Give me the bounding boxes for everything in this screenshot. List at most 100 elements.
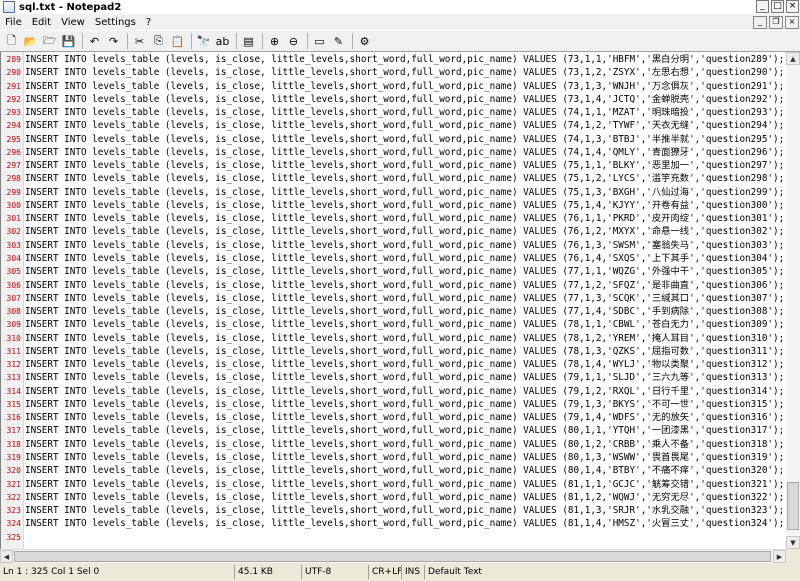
- line-text: INSERT INTO levels_table (levels, is_clo…: [25, 160, 785, 172]
- maximize-button[interactable]: □: [771, 0, 784, 13]
- line-number: 320: [6, 466, 21, 476]
- toolbar-separator: [127, 33, 128, 49]
- menu-help[interactable]: ?: [141, 17, 156, 28]
- editor-line[interactable]: 290 INSERT INTO levels_table (levels, is_…: [1, 66, 787, 79]
- line-number: 315: [6, 399, 21, 409]
- line-number: 324: [6, 519, 21, 529]
- editor-line[interactable]: 318 INSERT INTO levels_table (levels, is_…: [1, 438, 787, 451]
- open-file-icon[interactable]: 📂: [22, 33, 39, 50]
- editor-line[interactable]: 309 INSERT INTO levels_table (levels, is_…: [1, 318, 787, 331]
- scroll-down-arrow[interactable]: ▼: [786, 536, 800, 549]
- editor-line[interactable]: 289 INSERT INTO levels_table (levels, is_…: [1, 53, 787, 66]
- status-scheme[interactable]: Default Text: [424, 565, 551, 579]
- line-text: INSERT INTO levels_table (levels, is_clo…: [25, 438, 785, 450]
- undo-icon[interactable]: ↶: [86, 33, 103, 50]
- scroll-up-arrow[interactable]: ▲: [786, 52, 800, 65]
- menu-settings[interactable]: Settings: [90, 17, 141, 28]
- replace-icon[interactable]: ab: [214, 33, 231, 50]
- editor-line[interactable]: 292 INSERT INTO levels_table (levels, is_…: [1, 93, 787, 106]
- editor-line[interactable]: 319 INSERT INTO levels_table (levels, is_…: [1, 451, 787, 464]
- editor-line[interactable]: 313 INSERT INTO levels_table (levels, is_…: [1, 371, 787, 384]
- line-number: 318: [6, 439, 21, 449]
- copy-icon[interactable]: ⎘: [150, 33, 167, 50]
- menu-file[interactable]: File: [0, 17, 27, 28]
- scroll-left-arrow[interactable]: ◀: [0, 550, 13, 563]
- editor-line[interactable]: 311 INSERT INTO levels_table (levels, is_…: [1, 345, 787, 358]
- customize-scheme-icon[interactable]: ✎: [330, 33, 347, 50]
- editor-line[interactable]: 317 INSERT INTO levels_table (levels, is_…: [1, 424, 787, 437]
- menu-edit[interactable]: Edit: [27, 17, 56, 28]
- editor-line[interactable]: 291 INSERT INTO levels_table (levels, is_…: [1, 80, 787, 93]
- new-file-icon[interactable]: 🗋: [3, 33, 20, 50]
- menu-view[interactable]: View: [56, 17, 90, 28]
- editor-line[interactable]: 306 INSERT INTO levels_table (levels, is_…: [1, 279, 787, 292]
- doc-minimize-button[interactable]: _: [753, 16, 767, 29]
- editor-line[interactable]: 304 INSERT INTO levels_table (levels, is_…: [1, 252, 787, 265]
- editor-line[interactable]: 294 INSERT INTO levels_table (levels, is_…: [1, 119, 787, 132]
- cut-icon[interactable]: ✂: [131, 33, 148, 50]
- scheme-icon[interactable]: ▭: [311, 33, 328, 50]
- line-number: 321: [6, 479, 21, 489]
- minimize-button[interactable]: _: [756, 0, 769, 13]
- notepad2-app-icon[interactable]: [3, 1, 15, 13]
- doc-close-button[interactable]: ×: [785, 16, 799, 29]
- line-number: 312: [6, 360, 21, 370]
- editor-line[interactable]: 295 INSERT INTO levels_table (levels, is_…: [1, 133, 787, 146]
- editor-line[interactable]: 312 INSERT INTO levels_table (levels, is_…: [1, 358, 787, 371]
- zoom-out-icon[interactable]: ⊖: [285, 33, 302, 50]
- editor-line[interactable]: 302 INSERT INTO levels_table (levels, is_…: [1, 225, 787, 238]
- redo-icon[interactable]: ↷: [105, 33, 122, 50]
- save-icon[interactable]: 💾: [60, 33, 77, 50]
- editor-line[interactable]: 296 INSERT INTO levels_table (levels, is_…: [1, 146, 787, 159]
- editor-line[interactable]: 323 INSERT INTO levels_table (levels, is_…: [1, 504, 787, 517]
- toolbar: 🗋 📂 🗁 💾 ↶ ↷ ✂ ⎘ 📋 🔭 ab ▤ ⊕ ⊖ ▭ ✎ ⚙: [0, 30, 800, 52]
- status-position: Ln 1 : 325 Col 1 Sel 0: [3, 567, 100, 577]
- settings-icon[interactable]: ⚙: [356, 33, 373, 50]
- status-line-endings[interactable]: CR+LF: [368, 565, 402, 579]
- line-text: INSERT INTO levels_table (levels, is_clo…: [25, 398, 785, 410]
- browse-icon[interactable]: 🗁: [41, 33, 58, 50]
- editor-line[interactable]: 300 INSERT INTO levels_table (levels, is_…: [1, 199, 787, 212]
- editor-line[interactable]: 320 INSERT INTO levels_table (levels, is_…: [1, 464, 787, 477]
- status-insert-mode[interactable]: INS: [401, 565, 424, 579]
- editor-line[interactable]: 325: [1, 531, 787, 544]
- line-text: INSERT INTO levels_table (levels, is_clo…: [25, 54, 785, 65]
- status-encoding[interactable]: UTF-8: [301, 565, 368, 579]
- editor-line[interactable]: 301 INSERT INTO levels_table (levels, is_…: [1, 212, 787, 225]
- vertical-scrollbar[interactable]: ▲ ▼: [786, 52, 800, 549]
- zoom-in-icon[interactable]: ⊕: [266, 33, 283, 50]
- editor-line[interactable]: 303 INSERT INTO levels_table (levels, is_…: [1, 239, 787, 252]
- horizontal-scroll-thumb[interactable]: [14, 551, 771, 562]
- line-text: INSERT INTO levels_table (levels, is_clo…: [25, 412, 785, 424]
- paste-icon[interactable]: 📋: [169, 33, 186, 50]
- editor-line[interactable]: 322 INSERT INTO levels_table (levels, is_…: [1, 491, 787, 504]
- editor-line[interactable]: 321 INSERT INTO levels_table (levels, is_…: [1, 478, 787, 491]
- editor-line[interactable]: 314 INSERT INTO levels_table (levels, is_…: [1, 385, 787, 398]
- doc-restore-button[interactable]: ❐: [769, 16, 783, 29]
- word-wrap-icon[interactable]: ▤: [240, 33, 257, 50]
- line-text: INSERT INTO levels_table (levels, is_clo…: [25, 491, 785, 503]
- editor-line[interactable]: 297 INSERT INTO levels_table (levels, is_…: [1, 159, 787, 172]
- editor-line[interactable]: 298 INSERT INTO levels_table (levels, is_…: [1, 172, 787, 185]
- find-icon[interactable]: 🔭: [195, 33, 212, 50]
- editor-line[interactable]: 315 INSERT INTO levels_table (levels, is_…: [1, 398, 787, 411]
- text-editor[interactable]: 289 INSERT INTO levels_table (levels, is_…: [0, 52, 787, 549]
- editor-line[interactable]: 308 INSERT INTO levels_table (levels, is_…: [1, 305, 787, 318]
- line-number: 304: [6, 253, 21, 263]
- window-title: sql.txt - Notepad2: [19, 1, 122, 13]
- editor-line[interactable]: 316 INSERT INTO levels_table (levels, is_…: [1, 411, 787, 424]
- editor-line[interactable]: 310 INSERT INTO levels_table (levels, is_…: [1, 332, 787, 345]
- editor-line[interactable]: 293 INSERT INTO levels_table (levels, is_…: [1, 106, 787, 119]
- scroll-right-arrow[interactable]: ▶: [773, 550, 786, 563]
- editor-line[interactable]: 307 INSERT INTO levels_table (levels, is_…: [1, 292, 787, 305]
- editor-line[interactable]: 324 INSERT INTO levels_table (levels, is_…: [1, 517, 787, 530]
- editor-line[interactable]: 305 INSERT INTO levels_table (levels, is_…: [1, 265, 787, 278]
- toolbar-separator: [307, 33, 308, 49]
- line-number: 313: [6, 373, 21, 383]
- close-button[interactable]: ×: [786, 0, 799, 13]
- line-number: 301: [6, 214, 21, 224]
- vertical-scroll-thumb[interactable]: [787, 482, 799, 530]
- editor-line[interactable]: 299 INSERT INTO levels_table (levels, is_…: [1, 186, 787, 199]
- horizontal-scrollbar[interactable]: ◀ ▶: [0, 549, 786, 563]
- line-text: INSERT INTO levels_table (levels, is_clo…: [25, 186, 785, 198]
